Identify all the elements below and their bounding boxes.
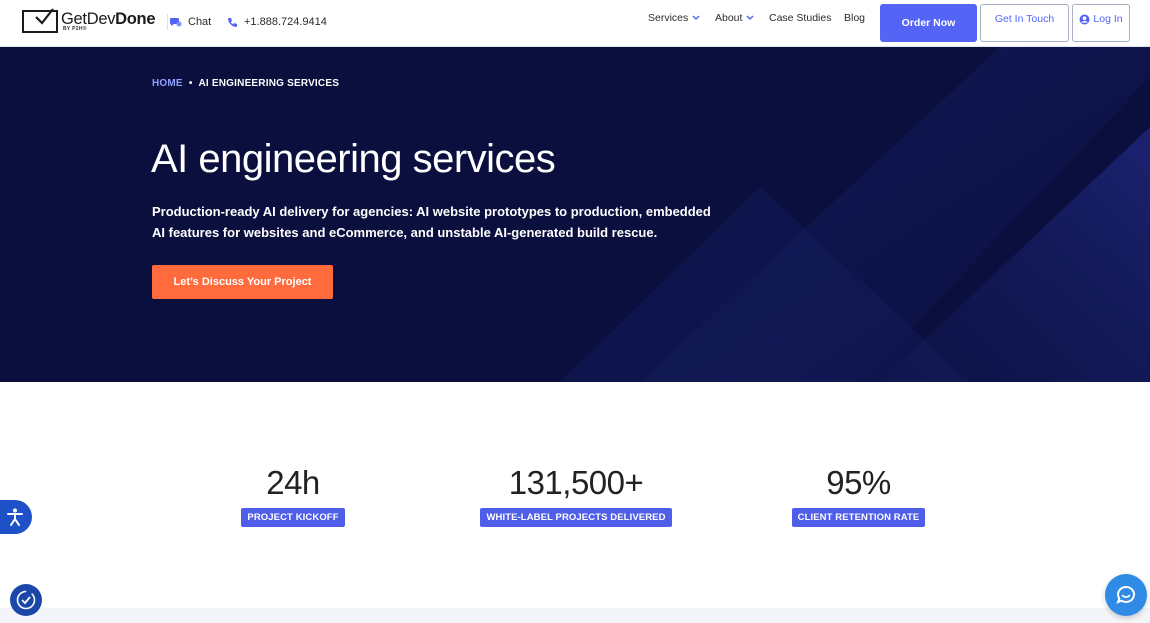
- nav-case-studies[interactable]: Case Studies: [769, 12, 831, 24]
- get-in-touch-button[interactable]: Get In Touch: [980, 4, 1069, 42]
- stat-label: CLIENT RETENTION RATE: [791, 508, 926, 527]
- phone-link[interactable]: +1.888.724.9414: [227, 16, 327, 28]
- breadcrumb-home-link[interactable]: HOME: [152, 78, 183, 89]
- next-section-edge: [0, 608, 1150, 623]
- hero-section: HOME • AI ENGINEERING SERVICES AI engine…: [0, 47, 1150, 382]
- chat-widget-button[interactable]: [1105, 574, 1147, 616]
- stat-value: 95%: [826, 464, 891, 501]
- nav-blog[interactable]: Blog: [844, 12, 865, 24]
- stat-item: 131,500+ WHITE-LABEL PROJECTS DELIVERED: [480, 463, 672, 527]
- chevron-down-icon: [746, 15, 754, 21]
- nav-services[interactable]: Services: [648, 12, 700, 24]
- stat-label: WHITE-LABEL PROJECTS DELIVERED: [480, 508, 672, 527]
- stat-item: 24h PROJECT KICKOFF: [241, 463, 345, 527]
- order-now-button[interactable]: Order Now: [880, 4, 977, 42]
- breadcrumb: HOME • AI ENGINEERING SERVICES: [152, 78, 339, 89]
- accessibility-button[interactable]: [0, 500, 32, 534]
- header-divider: [167, 14, 168, 30]
- stat-item: 95% CLIENT RETENTION RATE: [791, 463, 926, 527]
- consent-button[interactable]: [10, 584, 42, 616]
- logo-subtext: BY P2H®: [63, 26, 87, 32]
- log-in-button[interactable]: Log In: [1072, 4, 1130, 42]
- accessibility-icon: [7, 508, 23, 526]
- stat-label: PROJECT KICKOFF: [241, 508, 345, 527]
- user-circle-icon: [1079, 14, 1090, 25]
- chat-link[interactable]: Chat: [170, 16, 211, 28]
- stat-value: 131,500+: [508, 464, 644, 501]
- chat-widget-icon: [1116, 585, 1135, 604]
- stat-value: 24h: [266, 464, 320, 501]
- site-header: GetDevDone BY P2H® Chat +1.888.724.9414 …: [0, 0, 1150, 47]
- nav-about[interactable]: About: [715, 12, 754, 24]
- logo-checkbox-icon: [22, 8, 58, 33]
- phone-number: +1.888.724.9414: [244, 16, 327, 28]
- breadcrumb-separator: •: [188, 78, 193, 89]
- breadcrumb-current: AI ENGINEERING SERVICES: [198, 78, 340, 89]
- chat-label: Chat: [188, 16, 212, 28]
- chat-icon: [170, 18, 182, 27]
- page-title: AI engineering services: [151, 137, 556, 181]
- discuss-project-button[interactable]: Let’s Discuss Your Project: [152, 265, 333, 299]
- phone-icon: [228, 17, 237, 27]
- chevron-down-icon: [692, 15, 700, 21]
- hero-description: Production-ready AI delivery for agencie…: [152, 204, 711, 240]
- logo[interactable]: GetDevDone BY P2H®: [22, 8, 156, 33]
- consent-icon: [16, 590, 36, 610]
